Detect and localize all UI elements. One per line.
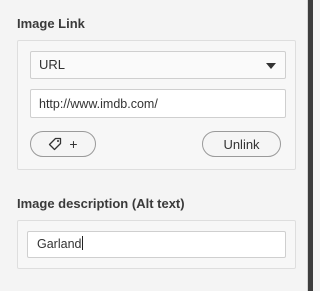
alt-text-input[interactable]: Garland — [27, 231, 286, 258]
chevron-down-icon — [266, 63, 276, 69]
settings-panel: Image Link URL + Unlink Image descriptio… — [0, 0, 308, 291]
alt-text-value: Garland — [37, 237, 82, 251]
image-link-heading: Image Link — [17, 16, 85, 31]
add-tag-plus: + — [69, 136, 78, 152]
text-cursor — [82, 236, 84, 250]
url-input[interactable] — [30, 89, 286, 118]
image-link-card: URL + Unlink — [17, 40, 296, 170]
unlink-button[interactable]: Unlink — [202, 131, 281, 157]
link-type-selected-value: URL — [39, 57, 66, 72]
link-type-select[interactable]: URL — [30, 51, 286, 79]
alt-text-heading: Image description (Alt text) — [17, 196, 185, 211]
tag-icon — [48, 137, 62, 151]
add-tag-button[interactable]: + — [30, 131, 96, 157]
alt-text-card: Garland — [17, 220, 296, 269]
scrollbar[interactable] — [308, 0, 313, 291]
